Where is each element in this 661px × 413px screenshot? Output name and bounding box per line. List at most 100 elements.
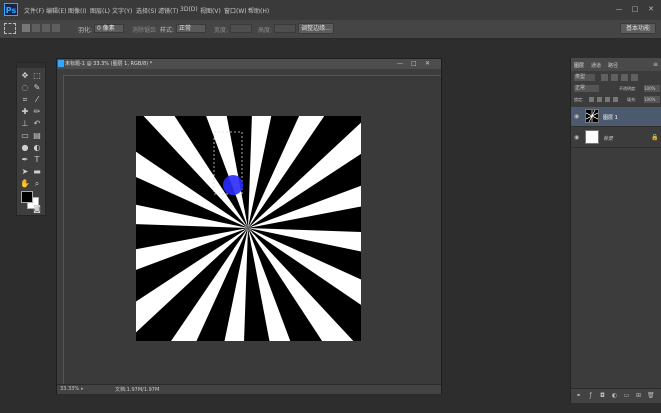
layer-row-background[interactable]: ◉ 背景 🔒	[571, 128, 661, 148]
new-layer-icon[interactable]: ⊞	[635, 392, 642, 399]
crop-tool-icon[interactable]: ⌗	[20, 95, 30, 105]
status-menu-icon[interactable]: ▸	[81, 386, 84, 392]
layers-panel-tabs: 图层 通道 路径 ≡	[571, 58, 661, 71]
window-maximize-button[interactable]: □	[630, 5, 640, 13]
layer-visibility-eye-icon[interactable]: ◉	[574, 134, 582, 142]
style-select[interactable]: 正常	[176, 24, 206, 33]
layer-visibility-eye-icon[interactable]: ◉	[574, 113, 582, 121]
width-input[interactable]	[230, 24, 252, 33]
new-selection-icon[interactable]	[22, 24, 30, 32]
add-selection-icon[interactable]	[32, 24, 40, 32]
antialias-checkbox[interactable]: 消除锯齿	[132, 25, 156, 34]
tab-layers[interactable]: 图层	[574, 62, 584, 69]
layer-style-icon[interactable]: ƒ	[587, 392, 594, 399]
layer-name[interactable]: 图层 1	[603, 114, 618, 121]
filter-pixel-icon[interactable]	[601, 74, 608, 81]
document-info[interactable]: 文档:1.97M/1.97M	[115, 386, 159, 393]
refine-edge-button[interactable]: 调整边缘...	[298, 23, 334, 34]
clone-stamp-tool-icon[interactable]: ⊥	[20, 119, 30, 129]
document-minimize-button[interactable]: —	[397, 60, 403, 67]
marquee-tool-icon[interactable]: ⬚	[32, 71, 42, 81]
eyedropper-tool-icon[interactable]: ⁄	[32, 95, 42, 105]
feather-label: 羽化:	[78, 27, 93, 34]
filter-type-icon[interactable]	[621, 74, 628, 81]
menu-edit[interactable]: 编辑(E)	[46, 6, 66, 15]
layer-name[interactable]: 背景	[603, 135, 613, 142]
eraser-tool-icon[interactable]: ▭	[20, 131, 30, 141]
menu-help[interactable]: 帮助(H)	[248, 6, 269, 15]
workspace-switcher[interactable]: 基本功能	[620, 23, 656, 34]
tab-paths[interactable]: 路径	[608, 62, 618, 69]
move-tool-icon[interactable]: ✥	[20, 71, 30, 81]
lock-pixels-icon[interactable]	[597, 97, 602, 102]
menu-type[interactable]: 文字(Y)	[112, 6, 132, 15]
ruler-vertical[interactable]	[57, 75, 64, 385]
document-maximize-button[interactable]: □	[411, 60, 417, 67]
width-label: 宽度:	[214, 27, 229, 34]
lasso-tool-icon[interactable]: ◌	[20, 83, 30, 93]
lock-row: 锁定: 填充: 100%	[571, 95, 661, 105]
quick-select-tool-icon[interactable]: ✎	[32, 83, 42, 93]
zoom-tool-icon[interactable]: ⌕	[32, 179, 42, 189]
menu-select[interactable]: 选择(S)	[136, 6, 157, 15]
layer-kind-filter[interactable]: 类型	[574, 74, 595, 81]
lock-transparent-icon[interactable]	[589, 97, 594, 102]
brush-tool-icon[interactable]: ✏	[32, 107, 42, 117]
menu-filter[interactable]: 滤镜(T)	[158, 6, 178, 15]
window-minimize-button[interactable]: —	[614, 5, 624, 13]
window-close-button[interactable]: ✕	[646, 5, 656, 13]
fill-label: 填充:	[627, 97, 637, 102]
blend-mode-select[interactable]: 正常	[574, 85, 599, 92]
layer-row-1[interactable]: ◉ 图层 1	[571, 107, 661, 127]
ruler-horizontal[interactable]	[57, 69, 441, 76]
link-layers-icon[interactable]: ⚭	[575, 392, 582, 399]
starburst-artwork	[136, 116, 361, 341]
filter-shape-icon[interactable]	[631, 74, 638, 81]
healing-brush-tool-icon[interactable]: ✚	[20, 107, 30, 117]
menu-window[interactable]: 窗口(W)	[224, 6, 247, 15]
height-label: 高度:	[258, 27, 273, 34]
photoshop-logo: Ps	[4, 3, 18, 16]
lock-position-icon[interactable]	[605, 97, 610, 102]
new-group-icon[interactable]: ▭	[623, 392, 630, 399]
delete-layer-icon[interactable]: 🗑	[647, 392, 655, 399]
document-tab[interactable]: 未标题-1 @ 33.3% (图层 1, RGB/8) * — □ ✕	[57, 59, 441, 69]
menu-bar: Ps 文件(F) 编辑(E) 图像(I) 图层(L) 文字(Y) 选择(S) 滤…	[0, 0, 661, 21]
dodge-tool-icon[interactable]: ◐	[32, 143, 42, 153]
history-brush-tool-icon[interactable]: ↶	[32, 119, 42, 129]
layers-panel: 图层 通道 路径 ≡ 类型 正常 不透明度: 100% 锁定: 填充: 100%…	[570, 58, 661, 403]
shape-tool-icon[interactable]: ▬	[32, 167, 42, 177]
tools-panel-grip[interactable]	[17, 63, 45, 68]
marquee-tool-preset-icon[interactable]	[4, 23, 16, 34]
menu-image[interactable]: 图像(I)	[68, 6, 86, 15]
intersect-selection-icon[interactable]	[52, 24, 60, 32]
layer-lock-icon: 🔒	[651, 134, 659, 141]
quick-mask-icon[interactable]: ◙	[32, 204, 42, 213]
menu-file[interactable]: 文件(F)	[24, 6, 44, 15]
document-close-button[interactable]: ✕	[425, 60, 430, 67]
tab-channels[interactable]: 通道	[591, 62, 601, 69]
blur-tool-icon[interactable]: ●	[20, 143, 30, 153]
canvas[interactable]	[136, 116, 361, 341]
hand-tool-icon[interactable]: ✋	[20, 179, 30, 189]
menu-3d[interactable]: 3D(D)	[180, 6, 198, 13]
foreground-color-swatch[interactable]	[21, 191, 33, 203]
lock-all-icon[interactable]	[613, 97, 618, 102]
type-tool-icon[interactable]: T	[32, 155, 42, 165]
fill-input[interactable]: 100%	[644, 96, 660, 103]
feather-input[interactable]: 0 像素	[94, 24, 124, 33]
panel-menu-icon[interactable]: ≡	[653, 61, 658, 68]
subtract-selection-icon[interactable]	[42, 24, 50, 32]
menu-view[interactable]: 视图(V)	[200, 6, 221, 15]
path-select-tool-icon[interactable]: ➤	[20, 167, 30, 177]
gradient-tool-icon[interactable]: ▤	[32, 131, 42, 141]
pen-tool-icon[interactable]: ✒	[20, 155, 30, 165]
layer-mask-icon[interactable]: ◘	[599, 392, 606, 399]
height-input[interactable]	[274, 24, 296, 33]
brush-cursor	[223, 175, 243, 195]
opacity-input[interactable]: 100%	[644, 85, 660, 92]
menu-layer[interactable]: 图层(L)	[90, 6, 110, 15]
zoom-level[interactable]: 33.33%	[60, 386, 79, 392]
filter-adjustment-icon[interactable]	[611, 74, 618, 81]
adjustment-layer-icon[interactable]: ◐	[611, 392, 618, 399]
